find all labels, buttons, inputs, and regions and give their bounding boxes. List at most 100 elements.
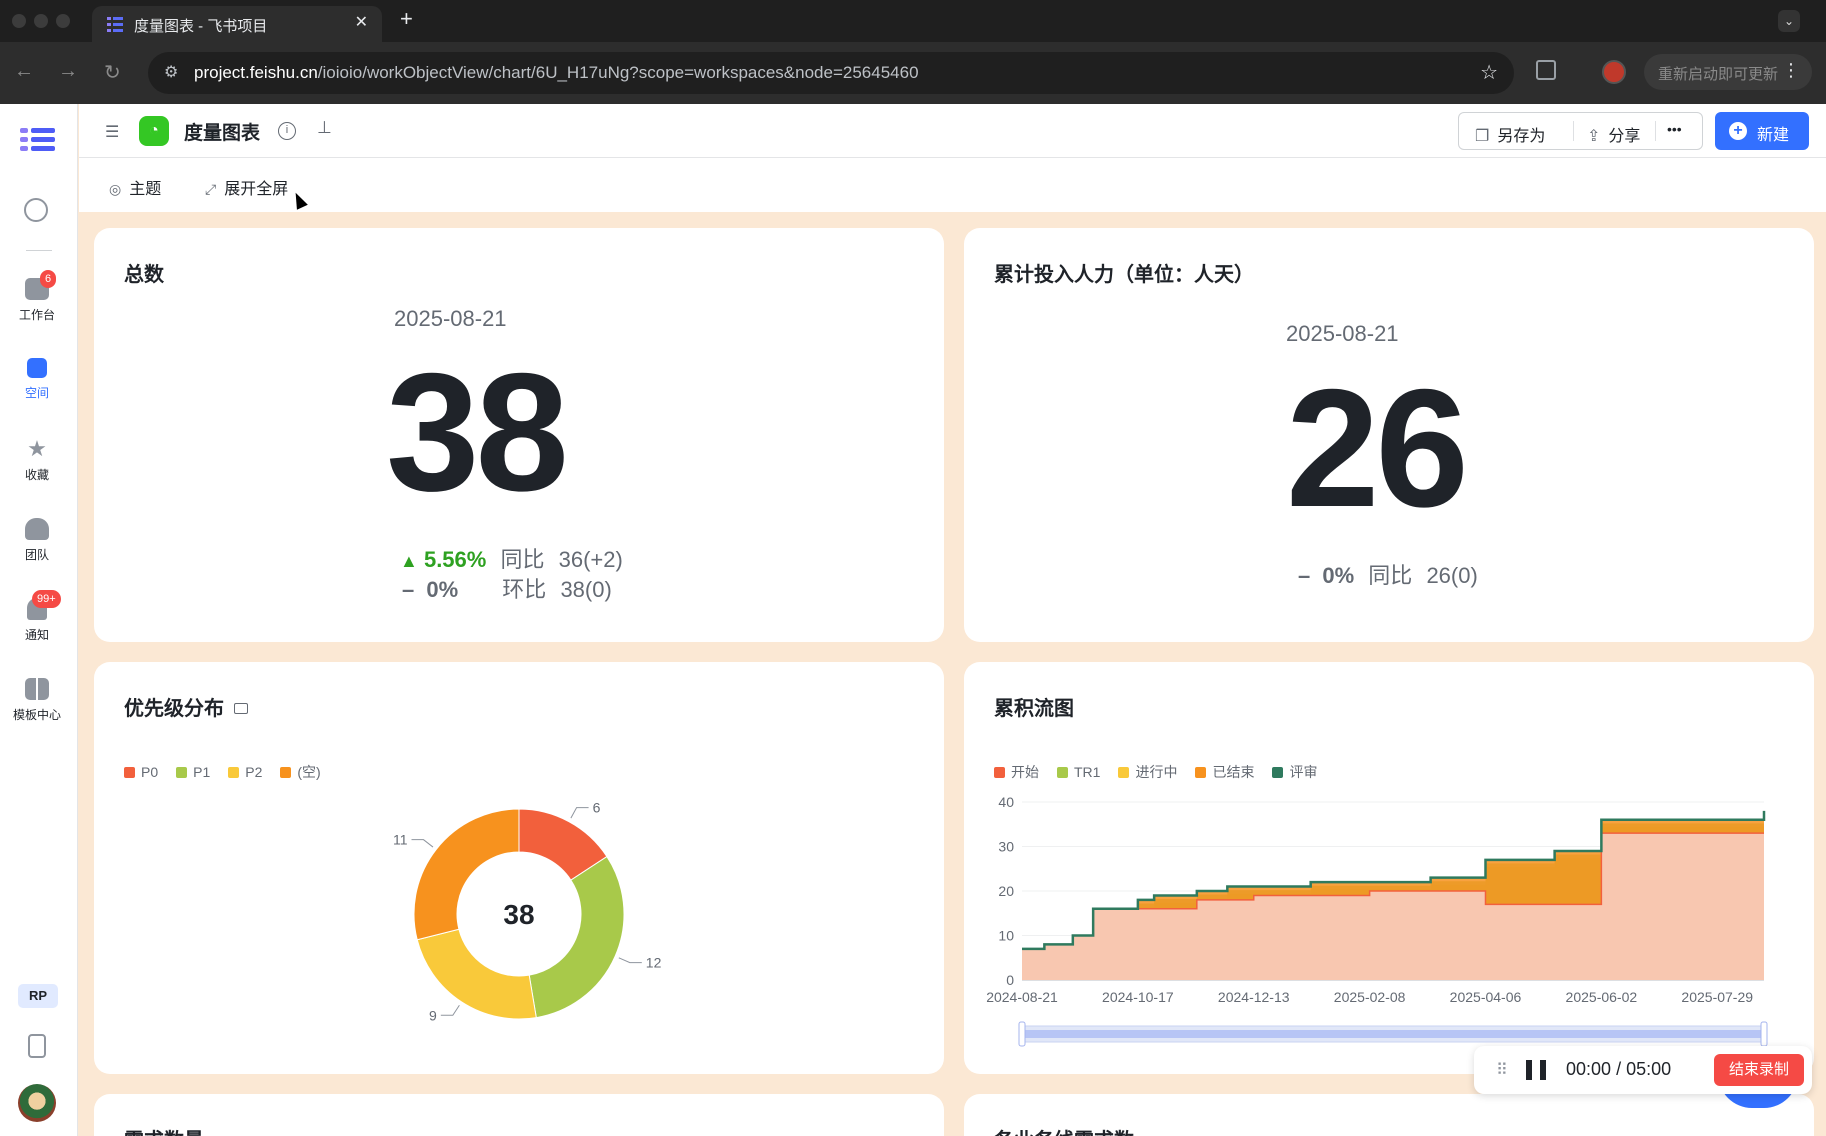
card-title: 总数 [124, 264, 164, 286]
theme-button[interactable]: ◎ 主题 [109, 175, 161, 199]
x-tick-label: 2025-04-06 [1450, 989, 1522, 1005]
sidebar-item-notifications[interactable]: 通知 99+ [0, 590, 74, 643]
divider [1573, 121, 1574, 141]
site-settings-icon[interactable]: ⚙ [164, 62, 178, 82]
sidebar-toggle-icon[interactable]: ☰ [105, 122, 119, 142]
url-path: /ioioio/workObjectView/chart/6U_H17uNg?s… [317, 63, 919, 82]
user-initials-badge[interactable]: RP [18, 984, 58, 1008]
update-button[interactable]: 重新启动即可更新 ⋮ [1644, 54, 1812, 90]
feishu-project-logo[interactable] [20, 126, 56, 154]
browser-tab[interactable]: 度量图表 - 飞书项目 ✕ [92, 6, 382, 42]
window-close-dot[interactable] [12, 14, 26, 28]
priority-card: 优先级分布 P0 P1 P2 (空) 6 12 9 11 38 [94, 662, 944, 1074]
info-icon[interactable]: i [278, 122, 296, 140]
slice-value-label: 6 [593, 800, 601, 816]
label-leader-line [440, 1004, 460, 1016]
url-host: project.feishu.cn [194, 63, 318, 82]
notification-badge: 6 [40, 270, 57, 288]
page-header: ☰ ◔ 度量图表 i ⊥ ❐ 另存为 ⇪ 分享 ••• + 新建 [79, 104, 1826, 158]
sidebar-item-label: 收藏 [24, 468, 49, 482]
sidebar-item-templates[interactable]: 模板中心 [0, 678, 74, 723]
metric-value: 26 [1286, 354, 1469, 542]
page-title: 度量图表 [184, 123, 261, 144]
yoy-percent: 0% [1322, 563, 1355, 588]
palette-icon: ◎ [109, 181, 122, 197]
avatar[interactable] [18, 1084, 56, 1122]
donut-slice[interactable] [416, 928, 537, 1020]
drag-handle-icon[interactable]: ⠿ [1496, 1060, 1508, 1080]
x-tick-label: 2025-06-02 [1566, 989, 1638, 1005]
new-label: 新建 [1757, 127, 1790, 144]
mom-percent: 0% [426, 577, 459, 602]
total-time: 05:00 [1626, 1059, 1672, 1079]
save-as-label: 另存为 [1497, 128, 1546, 145]
zoom-handle-right[interactable] [1760, 1021, 1768, 1047]
notification-badge: 99+ [32, 590, 61, 608]
x-tick-label: 2024-12-13 [1218, 989, 1290, 1005]
more-button[interactable]: ••• [1667, 121, 1682, 137]
search-icon[interactable] [24, 198, 48, 222]
cfd-start-area[interactable] [1022, 833, 1764, 980]
chevron-down-icon[interactable]: ⌄ [1778, 10, 1800, 32]
share-button[interactable]: ⇪ 分享 [1587, 122, 1640, 146]
sidebar-item-favorites[interactable]: ★ 收藏 [0, 438, 74, 483]
profile-avatar[interactable] [1602, 60, 1626, 84]
close-tab-icon[interactable]: ✕ [355, 12, 368, 32]
browser-toolbar: ← → ↻ ⚙ project.feishu.cn/ioioio/workObj… [0, 42, 1826, 104]
save-as-button[interactable]: ❐ 另存为 [1475, 122, 1545, 146]
back-icon[interactable]: ← [14, 60, 34, 83]
sidebar-item-label: 模板中心 [12, 708, 61, 722]
new-button[interactable]: + 新建 [1715, 112, 1809, 150]
url-bar[interactable]: ⚙ project.feishu.cn/ioioio/workObjectVie… [148, 52, 1514, 94]
theme-label: 主题 [129, 181, 162, 198]
flat-dash-icon: – [402, 577, 415, 602]
mom-label: 环比 [502, 577, 547, 602]
share-icon: ⇪ [1587, 128, 1601, 145]
x-tick-label: 2024-10-17 [1102, 989, 1174, 1005]
window-maximize-dot[interactable] [56, 14, 70, 28]
sidebar-item-space[interactable]: 空间 [0, 358, 74, 401]
x-tick-label: 2024-08-21 [986, 989, 1058, 1005]
y-tick-label: 30 [998, 839, 1014, 855]
y-tick-label: 40 [998, 794, 1014, 810]
app-sidebar: 工作台 6 空间 ★ 收藏 团队 通知 99+ 模板中心 RP [0, 104, 78, 1136]
extensions-icon[interactable] [1536, 60, 1556, 80]
yoy-stat: ▲ 5.56% 同比 36(+2) [400, 542, 623, 574]
business-line-card: 各业务线需求数 [964, 1094, 1814, 1136]
more-vertical-icon[interactable]: ⋮ [1782, 60, 1800, 81]
zoom-handle-left[interactable] [1018, 1021, 1026, 1047]
card-title: 各业务线需求数 [994, 1124, 1134, 1136]
total-card: 总数 2025-08-21 38 ▲ 5.56% 同比 36(+2) – 0% … [94, 228, 944, 642]
fullscreen-label: 展开全屏 [224, 181, 289, 198]
yoy-label: 同比 [500, 547, 545, 572]
x-tick-label: 2025-07-29 [1681, 989, 1753, 1005]
plus-icon: + [1729, 122, 1747, 140]
update-label: 重新启动即可更新 [1658, 66, 1779, 83]
x-tick-label: 2025-02-08 [1334, 989, 1406, 1005]
donut-center-total: 38 [503, 899, 534, 930]
chart-toolbar: ◎ 主题 ⤢ 展开全屏 [79, 158, 1826, 212]
sidebar-item-label: 空间 [24, 386, 49, 400]
bookmark-star-icon[interactable]: ☆ [1480, 60, 1498, 85]
slice-value-label: 12 [646, 955, 662, 971]
end-recording-button[interactable]: 结束录制 [1714, 1054, 1804, 1086]
time-separator: / [1616, 1059, 1622, 1079]
mom-stat: – 0% 环比 38(0) [402, 572, 612, 604]
pause-icon[interactable] [1526, 1060, 1546, 1080]
fullscreen-button[interactable]: ⤢ 展开全屏 [205, 175, 288, 199]
sidebar-item-team[interactable]: 团队 [0, 518, 74, 563]
share-label: 分享 [1608, 128, 1641, 145]
sidebar-item-label: 工作台 [18, 308, 55, 322]
new-tab-icon[interactable]: + [400, 6, 413, 32]
slice-value-label: 9 [429, 1007, 437, 1023]
mobile-icon[interactable] [28, 1034, 46, 1058]
window-minimize-dot[interactable] [34, 14, 48, 28]
sidebar-item-workbench[interactable]: 工作台 6 [0, 270, 74, 323]
reload-icon[interactable]: ↻ [104, 60, 121, 85]
forward-icon[interactable]: → [58, 60, 78, 83]
donut-slice[interactable] [528, 855, 625, 1019]
pin-icon[interactable]: ⊥ [317, 118, 332, 138]
flat-dash-icon: – [1298, 563, 1311, 588]
yoy-value: 26(0) [1426, 563, 1478, 588]
metric-date: 2025-08-21 [1286, 321, 1399, 346]
